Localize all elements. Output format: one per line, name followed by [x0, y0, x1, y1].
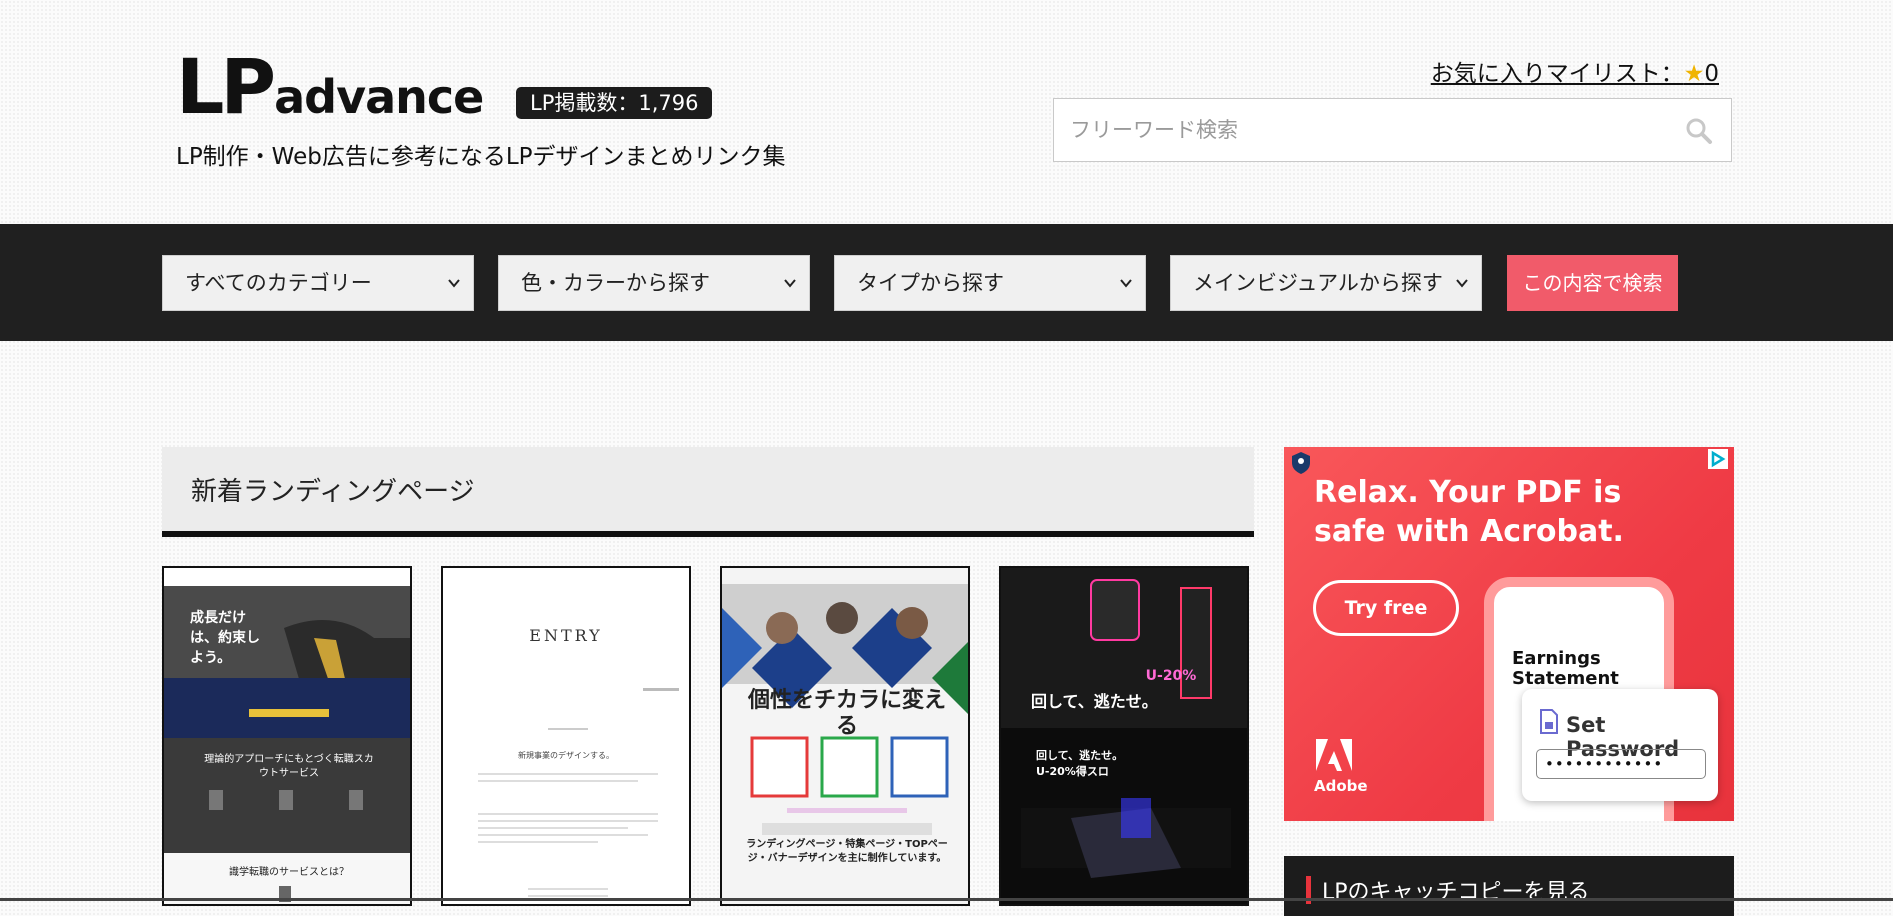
color-select-value: 色・カラーから探す: [521, 271, 710, 295]
thumb4-badge: U-20%: [1145, 668, 1197, 684]
lp-thumbnail-4-image: [1001, 568, 1247, 904]
type-select-value: タイプから探す: [857, 271, 1004, 295]
star-icon: ★: [1683, 61, 1705, 87]
site-logo[interactable]: LP advance: [176, 42, 484, 131]
chevron-down-icon: [784, 279, 796, 288]
thumb1-footer: 識学転職のサービスとは？: [229, 867, 349, 878]
ad-try-free-button[interactable]: Try free: [1313, 580, 1459, 636]
lp-thumbnail-2[interactable]: ENTRY 新規事業のデザインする。: [441, 566, 691, 906]
category-select[interactable]: すべてのカテゴリー: [162, 255, 474, 311]
thumb1-sub: 理論的アプローチにもとづく転職スカウトサービス: [204, 754, 374, 779]
catchcopy-header[interactable]: LPのキャッチコピーを見る: [1284, 856, 1734, 916]
lp-thumbnail-2-lines: [478, 688, 679, 897]
ad-phone-title: Earnings Statement: [1512, 648, 1619, 689]
shield-icon: [1292, 452, 1310, 474]
thumb4-headline: 回して、逃たせ。: [1031, 692, 1158, 711]
chevron-down-icon: [1456, 279, 1468, 288]
adobe-logo-icon: [1316, 739, 1352, 771]
type-select[interactable]: タイプから探す: [834, 255, 1146, 311]
lp-thumbnail-3[interactable]: 個性をチカラに変える ランディングページ・特集ページ・TOPページ・バナーデザイ…: [720, 566, 970, 906]
search-icon[interactable]: [1685, 117, 1713, 145]
search-input[interactable]: [1054, 117, 1652, 143]
search-box: [1053, 98, 1732, 162]
thumb3-headline: 個性をチカラに変える: [747, 688, 946, 739]
section-header-new-lp: 新着ランディングページ: [162, 447, 1254, 537]
lp-thumbnail-4[interactable]: U-20% 回して、逃たせ。 回して、逃たせ。 U-20%得スロ: [999, 566, 1249, 906]
favorites-count: 0: [1704, 61, 1719, 87]
ad-brand: Adobe: [1314, 777, 1368, 795]
chevron-down-icon: [448, 279, 460, 288]
adchoices-icon[interactable]: [1708, 449, 1728, 469]
main-visual-select-value: メインビジュアルから探す: [1193, 271, 1443, 295]
site-tagline: LP制作・Web広告に参考になるLPデザインまとめリンク集: [176, 144, 786, 170]
logo-lp-text: LP: [176, 42, 276, 131]
document-lock-icon: [1540, 709, 1558, 734]
acrobat-ad[interactable]: Relax. Your PDF is safe with Acrobat. Tr…: [1284, 447, 1734, 821]
ad-headline: Relax. Your PDF is safe with Acrobat.: [1314, 475, 1624, 549]
color-select[interactable]: 色・カラーから探す: [498, 255, 810, 311]
thumb3-sub: ランディングページ・特集ページ・TOPページ・バナーデザインを主に制作しています…: [746, 839, 948, 864]
ad-password-card: Set Password ••••••••••••: [1522, 689, 1718, 801]
section-title: 新着ランディングページ: [191, 477, 475, 507]
catchcopy-title: LPのキャッチコピーを見る: [1322, 880, 1590, 905]
favorites-label: お気に入りマイリスト：: [1430, 61, 1684, 87]
thumb1-headline: 成長だけは、約束しよう。: [190, 610, 260, 666]
thumb4-sub: 回して、逃たせ。 U-20%得スロ: [1036, 749, 1124, 778]
lp-thumbnail-1[interactable]: 成長だけは、約束しよう。 理論的アプローチにもとづく転職スカウトサービス 識学転…: [162, 566, 412, 906]
main-visual-select[interactable]: メインビジュアルから探す: [1170, 255, 1482, 311]
category-select-value: すべてのカテゴリー: [185, 271, 372, 295]
favorites-mylist-link[interactable]: お気に入りマイリスト：★0: [1431, 54, 1719, 88]
logo-advance-text: advance: [274, 70, 484, 124]
lp-count-badge: LP掲載数：1,796: [516, 87, 713, 119]
chevron-down-icon: [1120, 279, 1132, 288]
filter-search-button[interactable]: この内容で検索: [1507, 255, 1678, 311]
ad-password-field: ••••••••••••: [1536, 749, 1706, 779]
